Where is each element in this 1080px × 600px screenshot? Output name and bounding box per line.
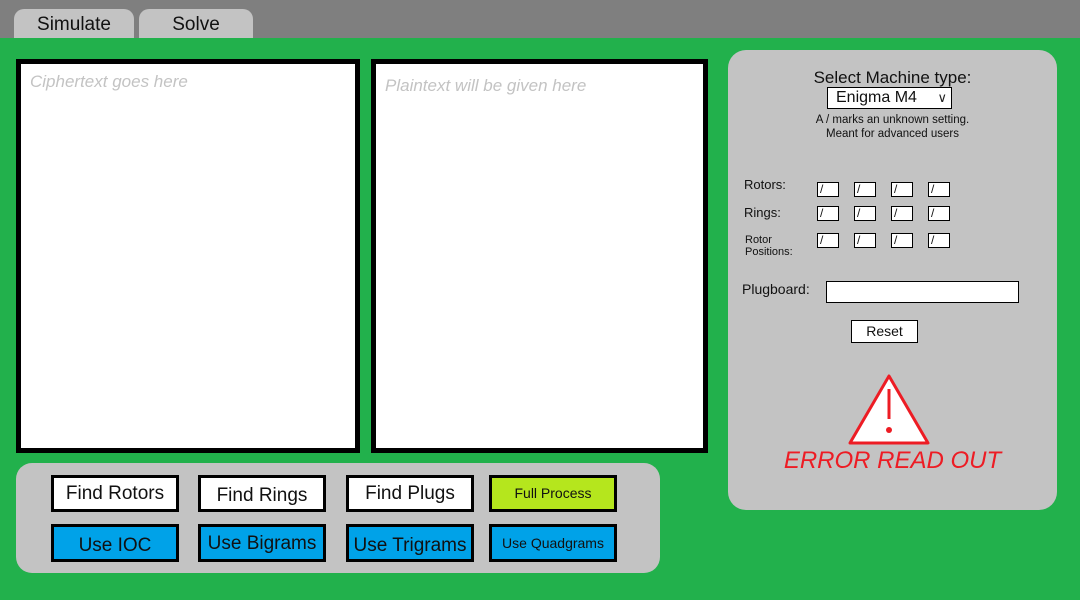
position-2-input[interactable]: / (854, 233, 876, 248)
plugboard-input[interactable] (826, 281, 1019, 303)
position-3-input[interactable]: / (891, 233, 913, 248)
error-readout: ERROR READ OUT (783, 447, 1002, 474)
position-1-input[interactable]: / (817, 233, 839, 248)
settings-panel: Select Machine type: Enigma M4 ∨ A / mar… (728, 50, 1057, 510)
warning-triangle-icon (848, 374, 930, 445)
ciphertext-input[interactable] (21, 64, 355, 448)
find-rotors-button[interactable]: Find Rotors (51, 475, 179, 512)
rotor-4-input[interactable]: / (928, 182, 950, 197)
rotor-positions-label-line2: Positions: (745, 246, 793, 258)
ring-1-input[interactable]: / (817, 206, 839, 221)
ring-3-input[interactable]: / (891, 206, 913, 221)
rotor-positions-label: Rotor Positions: (745, 234, 793, 258)
chevron-down-icon: ∨ (937, 90, 947, 105)
top-bar: Simulate Solve (0, 0, 1080, 38)
machine-type-label: Select Machine type: (813, 68, 972, 87)
advanced-users-note: Meant for advanced users (826, 128, 959, 140)
ciphertext-box (16, 59, 360, 453)
ring-4-input[interactable]: / (928, 206, 950, 221)
rotors-label: Rotors: (744, 177, 786, 192)
rotor-positions-label-line1: Rotor (745, 234, 772, 246)
plaintext-output[interactable] (376, 64, 703, 448)
position-4-input[interactable]: / (928, 233, 950, 248)
unknown-setting-note: A / marks an unknown setting. (815, 114, 970, 126)
find-rings-button[interactable]: Find Rings (198, 475, 326, 512)
find-plugs-button[interactable]: Find Plugs (346, 475, 474, 512)
reset-button[interactable]: Reset (851, 320, 918, 343)
use-ioc-button[interactable]: Use IOC (51, 524, 179, 562)
ring-2-input[interactable]: / (854, 206, 876, 221)
plaintext-box (371, 59, 708, 453)
tab-simulate[interactable]: Simulate (14, 9, 134, 38)
machine-type-select[interactable]: Enigma M4 ∨ (827, 87, 952, 109)
rotor-3-input[interactable]: / (891, 182, 913, 197)
rings-label: Rings: (744, 205, 781, 220)
use-quadgrams-button[interactable]: Use Quadgrams (489, 524, 617, 562)
use-trigrams-button[interactable]: Use Trigrams (346, 524, 474, 562)
rotor-1-input[interactable]: / (817, 182, 839, 197)
use-bigrams-button[interactable]: Use Bigrams (198, 524, 326, 562)
tab-solve[interactable]: Solve (139, 9, 253, 38)
plugboard-label: Plugboard: (742, 281, 810, 297)
machine-type-value: Enigma M4 (836, 89, 917, 106)
action-panel: Find Rotors Find Rings Find Plugs Full P… (16, 463, 660, 573)
rotor-2-input[interactable]: / (854, 182, 876, 197)
full-process-button[interactable]: Full Process (489, 475, 617, 512)
